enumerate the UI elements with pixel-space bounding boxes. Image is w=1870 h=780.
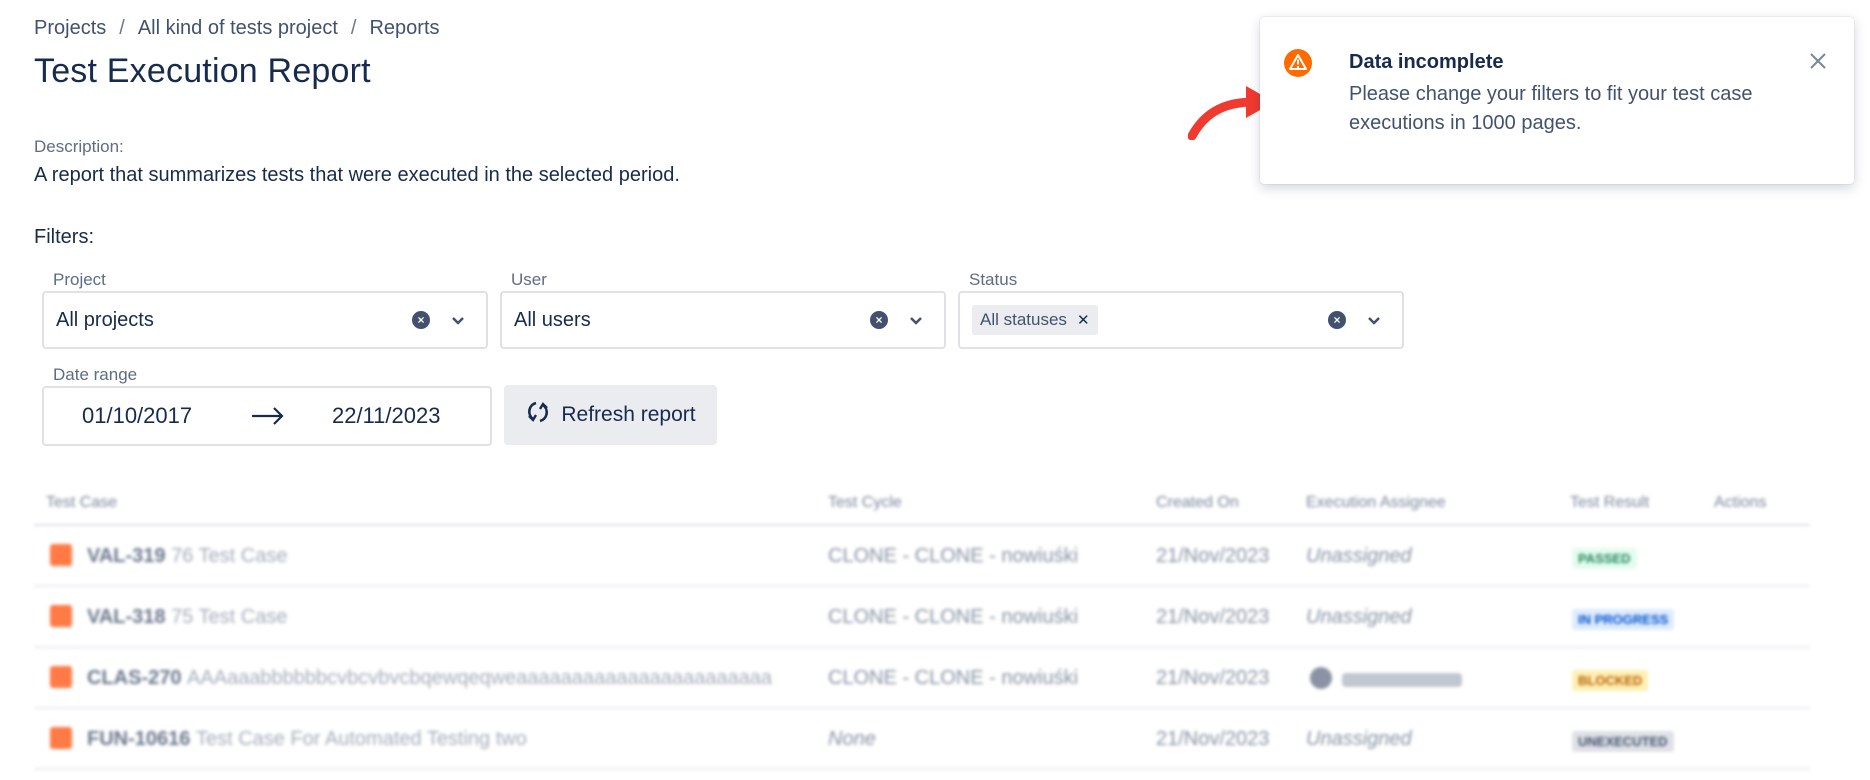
status-tag-label: All statuses (980, 310, 1067, 329)
filters-label: Filters: (34, 226, 94, 248)
status-badge: PASSED (1572, 548, 1637, 569)
table-row[interactable]: FUN-10616 Test Case For Automated Testin… (34, 709, 1810, 770)
chevron-down-icon[interactable] (908, 312, 924, 328)
test-cycle: CLONE - CLONE - nowiuśki (828, 545, 1079, 567)
assignee: Unassigned (1306, 606, 1412, 628)
test-case-icon (50, 727, 72, 749)
description-text: A report that summarizes tests that were… (34, 164, 680, 186)
refresh-icon (525, 399, 551, 431)
assignee-name-redacted (1342, 673, 1462, 687)
test-case-key[interactable]: FUN-10616 Test Case For Automated Testin… (87, 728, 527, 751)
refresh-label: Refresh report (561, 403, 696, 426)
project-select[interactable]: All projects × (42, 291, 488, 349)
date-from[interactable]: 01/10/2017 (82, 403, 192, 429)
close-icon[interactable] (1808, 51, 1828, 76)
breadcrumb: Projects / All kind of tests project / R… (34, 17, 440, 40)
breadcrumb-projects[interactable]: Projects (34, 17, 106, 40)
refresh-report-button[interactable]: Refresh report (504, 385, 717, 445)
column-header[interactable]: Test Cycle (828, 494, 902, 512)
clear-icon[interactable]: × (412, 311, 430, 329)
test-cycle: CLONE - CLONE - nowiuśki (828, 606, 1079, 628)
remove-tag-icon[interactable]: ✕ (1077, 311, 1090, 329)
avatar (1310, 667, 1332, 689)
flag-message: Please change your filters to fit your t… (1349, 83, 1753, 134)
test-case-icon (50, 544, 72, 566)
column-header[interactable]: Test Result (1570, 494, 1649, 512)
created-on: 21/Nov/2023 (1156, 606, 1270, 628)
column-header[interactable]: Execution Assignee (1306, 494, 1446, 512)
status-badge: IN PROGRESS (1572, 609, 1675, 630)
description-label: Description: (34, 137, 124, 156)
column-header[interactable]: Created On (1156, 494, 1239, 512)
status-tags: All statuses ✕ (972, 305, 1328, 335)
created-on: 21/Nov/2023 (1156, 545, 1270, 567)
table-row[interactable]: VAL-318 75 Test Case CLONE - CLONE - now… (34, 587, 1810, 648)
test-case-key[interactable]: CLAS-270 AAAaaabbbbbbcvbcvbvcbqewqeqweaa… (87, 667, 772, 690)
test-case-icon (50, 666, 72, 688)
test-case-key[interactable]: VAL-319 76 Test Case (87, 545, 287, 568)
status-tag: All statuses ✕ (972, 305, 1098, 335)
test-cycle: None (828, 728, 876, 750)
clear-icon[interactable]: × (1328, 311, 1346, 329)
warning-icon (1283, 48, 1313, 83)
created-on: 21/Nov/2023 (1156, 728, 1270, 750)
user-filter-label: User (511, 270, 547, 289)
chevron-down-icon[interactable] (1366, 312, 1382, 328)
status-select[interactable]: All statuses ✕ × (958, 291, 1404, 349)
test-case-icon (50, 605, 72, 627)
breadcrumb-project[interactable]: All kind of tests project (138, 17, 338, 40)
column-header: Actions (1714, 494, 1767, 511)
date-range-label: Date range (53, 365, 138, 384)
flag-title: Data incomplete (1349, 51, 1504, 73)
table-header: Test Case Test Cycle Created On Executio… (34, 490, 1810, 526)
status-filter-label: Status (969, 270, 1018, 289)
breadcrumb-reports[interactable]: Reports (369, 17, 439, 40)
assignee: Unassigned (1306, 728, 1412, 750)
clear-icon[interactable]: × (870, 311, 888, 329)
date-range-picker[interactable]: 01/10/2017 22/11/2023 (42, 386, 492, 446)
data-incomplete-flag: Data incomplete Please change your filte… (1260, 17, 1854, 184)
arrow-right-icon (250, 400, 286, 438)
page-title: Test Execution Report (34, 52, 371, 90)
assignee: Unassigned (1306, 545, 1412, 567)
chevron-down-icon[interactable] (450, 312, 466, 328)
created-on: 21/Nov/2023 (1156, 667, 1270, 689)
project-select-value: All projects (56, 308, 154, 331)
date-to[interactable]: 22/11/2023 (332, 403, 440, 429)
test-cycle: CLONE - CLONE - nowiuśki (828, 667, 1079, 689)
user-select[interactable]: All users × (500, 291, 946, 349)
status-badge: BLOCKED (1572, 670, 1649, 691)
breadcrumb-separator: / (119, 17, 125, 39)
project-filter-label: Project (53, 270, 106, 289)
user-select-value: All users (514, 308, 591, 331)
results-table: Test Case Test Cycle Created On Executio… (34, 490, 1810, 770)
test-case-key[interactable]: VAL-318 75 Test Case (87, 606, 287, 629)
status-badge: UNEXECUTED (1572, 731, 1674, 752)
table-row[interactable]: CLAS-270 AAAaaabbbbbbcvbcvbvcbqewqeqweaa… (34, 648, 1810, 709)
table-row[interactable]: VAL-319 76 Test Case CLONE - CLONE - now… (34, 526, 1810, 587)
breadcrumb-separator: / (350, 17, 357, 39)
column-header[interactable]: Test Case (46, 494, 117, 512)
